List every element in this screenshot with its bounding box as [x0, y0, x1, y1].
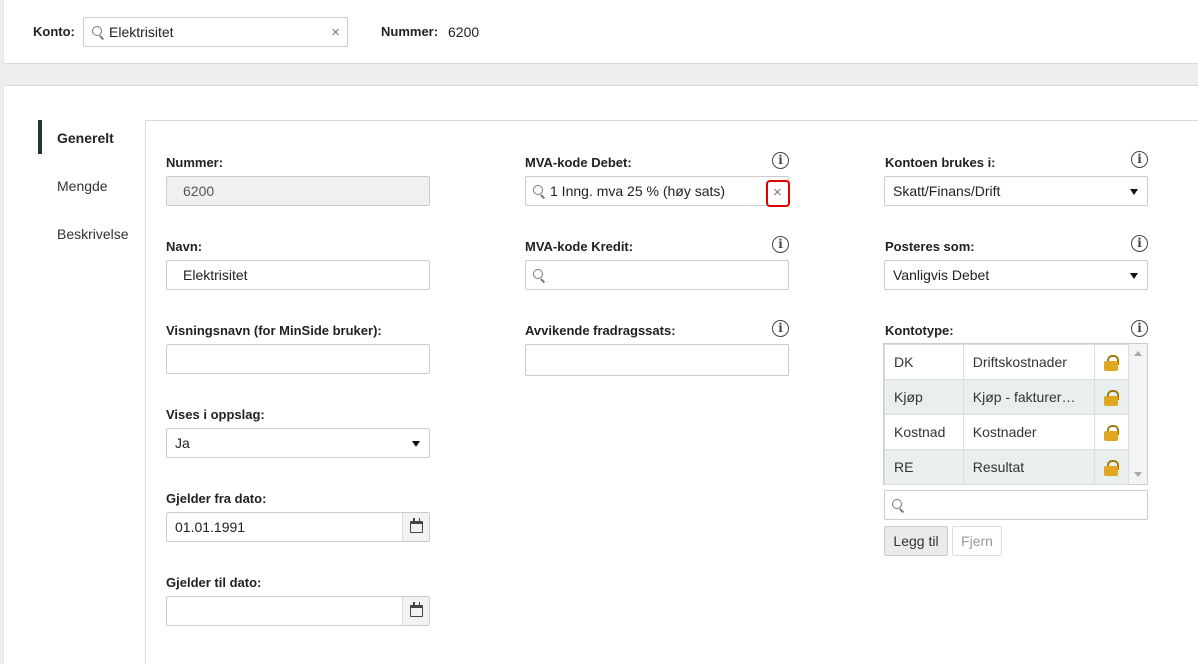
- kontotype-label: Kontotype:: [885, 323, 954, 338]
- table-row[interactable]: DK Driftskostnader: [884, 344, 1130, 380]
- til-dato-label: Gjelder til dato:: [166, 575, 262, 590]
- info-icon[interactable]: i: [772, 236, 789, 253]
- dropdown-arrow-icon: [1130, 273, 1138, 279]
- mva-kredit-label: MVA-kode Kredit:: [525, 239, 634, 254]
- posteres-select[interactable]: Vanligvis Debet: [884, 260, 1148, 290]
- kontotype-lock-cell: [1093, 414, 1130, 450]
- nummer-field-value: 6200: [183, 183, 215, 199]
- vises-select-value: Ja: [175, 435, 190, 451]
- fra-dato-value: 01.01.1991: [175, 519, 246, 535]
- info-icon[interactable]: i: [1131, 235, 1148, 252]
- dropdown-arrow-icon: [412, 441, 420, 447]
- mva-kredit-search-input[interactable]: [525, 260, 789, 290]
- fra-dato-input[interactable]: 01.01.1991: [166, 512, 430, 542]
- konto-search-input[interactable]: Elektrisitet ×: [83, 17, 348, 47]
- fra-dato-calendar-button[interactable]: [402, 513, 429, 541]
- vises-field-label: Vises i oppslag:: [166, 407, 265, 422]
- kontotype-code: RE: [884, 449, 964, 485]
- nummer-label: Nummer:: [381, 24, 439, 39]
- posteres-label: Posteres som:: [885, 239, 975, 254]
- lock-icon: [1104, 424, 1120, 441]
- kontotype-name: Kostnader: [962, 414, 1095, 450]
- info-icon[interactable]: i: [1131, 151, 1148, 168]
- search-icon: [92, 26, 104, 38]
- kontotype-scrollbar[interactable]: [1129, 344, 1147, 484]
- search-icon: [533, 269, 545, 281]
- konto-label: Konto:: [33, 24, 75, 39]
- search-icon: [892, 499, 904, 511]
- kontotype-search-input[interactable]: [884, 490, 1148, 520]
- kontotype-name: Driftskostnader: [962, 344, 1095, 380]
- posteres-value: Vanligvis Debet: [893, 267, 990, 283]
- scroll-up-icon[interactable]: [1134, 351, 1142, 356]
- kontotype-name: Kjøp - fakturer…: [962, 379, 1095, 415]
- info-icon[interactable]: i: [772, 320, 789, 337]
- nummer-field: 6200: [166, 176, 430, 206]
- info-icon[interactable]: i: [772, 152, 789, 169]
- tab-beskrivelse[interactable]: Beskrivelse: [57, 226, 129, 242]
- lock-icon: [1104, 354, 1120, 371]
- calendar-icon: [410, 518, 423, 533]
- account-header: Konto: Elektrisitet × Nummer: 6200: [3, 0, 1198, 64]
- table-row[interactable]: Kjøp Kjøp - fakturer…: [884, 379, 1130, 415]
- nummer-field-label: Nummer:: [166, 155, 224, 170]
- search-icon: [533, 185, 545, 197]
- dropdown-arrow-icon: [1130, 189, 1138, 195]
- kontotype-lock-cell: [1093, 344, 1130, 380]
- visningsnavn-field-label: Visningsnavn (for MinSide bruker):: [166, 323, 382, 338]
- info-icon[interactable]: i: [1131, 320, 1148, 337]
- mva-debet-value: 1 Inng. mva 25 % (høy sats): [550, 183, 726, 199]
- brukes-i-label: Kontoen brukes i:: [885, 155, 996, 170]
- tab-mengde[interactable]: Mengde: [57, 178, 108, 194]
- brukes-i-value: Skatt/Finans/Drift: [893, 183, 1001, 199]
- remove-kontotype-button[interactable]: Fjern: [952, 526, 1002, 556]
- mva-debet-clear-button[interactable]: ×: [766, 180, 790, 207]
- kontotype-code: Kostnad: [884, 414, 964, 450]
- til-dato-input[interactable]: [166, 596, 430, 626]
- clear-icon: ×: [773, 184, 782, 201]
- lock-icon: [1104, 459, 1120, 476]
- visningsnavn-field[interactable]: [166, 344, 430, 374]
- kontotype-lock-cell: [1093, 379, 1130, 415]
- til-dato-calendar-button[interactable]: [402, 597, 429, 625]
- navn-field[interactable]: Elektrisitet: [166, 260, 430, 290]
- fradragssats-input[interactable]: [525, 344, 789, 376]
- vises-select[interactable]: Ja: [166, 428, 430, 458]
- tab-generelt[interactable]: Generelt: [57, 130, 114, 146]
- scroll-down-icon[interactable]: [1134, 472, 1142, 477]
- table-row[interactable]: Kostnad Kostnader: [884, 414, 1130, 450]
- lock-icon: [1104, 389, 1120, 406]
- fradragssats-label: Avvikende fradragssats:: [525, 323, 676, 338]
- nummer-value: 6200: [448, 24, 480, 40]
- kontotype-name: Resultat: [962, 449, 1095, 485]
- kontotype-table: DK Driftskostnader Kjøp Kjøp - fakturer……: [884, 344, 1130, 485]
- active-tab-indicator: [38, 120, 42, 154]
- clear-icon[interactable]: ×: [331, 24, 340, 41]
- mva-debet-search-input[interactable]: 1 Inng. mva 25 % (høy sats): [525, 176, 789, 206]
- add-kontotype-button[interactable]: Legg til: [884, 526, 948, 556]
- navn-field-label: Navn:: [166, 239, 203, 254]
- kontotype-lock-cell: [1093, 449, 1130, 485]
- calendar-icon: [410, 602, 423, 617]
- table-row[interactable]: RE Resultat: [884, 449, 1130, 485]
- fra-dato-label: Gjelder fra dato:: [166, 491, 267, 506]
- navn-field-value: Elektrisitet: [183, 267, 248, 283]
- konto-search-value: Elektrisitet: [109, 24, 174, 40]
- mva-debet-label: MVA-kode Debet:: [525, 155, 632, 170]
- brukes-i-select[interactable]: Skatt/Finans/Drift: [884, 176, 1148, 206]
- kontotype-code: DK: [884, 344, 964, 380]
- kontotype-code: Kjøp: [884, 379, 964, 415]
